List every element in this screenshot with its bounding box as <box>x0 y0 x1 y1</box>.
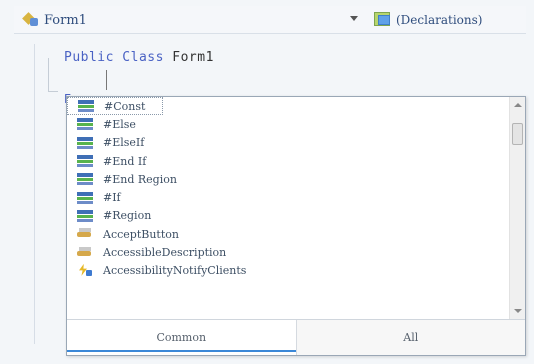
completion-item-label: AccessibilityNotifyClients <box>103 264 247 278</box>
completion-item[interactable]: #End Region <box>67 170 511 188</box>
completion-item[interactable]: #ElseIf <box>67 134 511 152</box>
completion-scrollbar[interactable] <box>509 97 525 319</box>
chevron-down-icon[interactable] <box>350 16 358 21</box>
class-icon <box>22 12 38 27</box>
completion-item-label: AccessibleDescription <box>103 246 227 260</box>
snippet-icon <box>77 173 93 186</box>
class-name: Form1 <box>172 50 214 65</box>
completion-item[interactable]: AccessibleDescription <box>67 243 511 261</box>
snippet-icon <box>77 191 93 204</box>
members-dropdown[interactable]: (Declarations) <box>370 8 526 32</box>
completion-item-label: #ElseIf <box>103 136 145 150</box>
snippet-icon <box>78 100 94 113</box>
outline-bracket <box>48 58 58 92</box>
navigation-bar: Form1 (Declarations) <box>14 6 526 34</box>
completion-item-label: AcceptButton <box>103 227 179 241</box>
scroll-up-icon[interactable] <box>514 103 522 107</box>
keyword-public: Public <box>64 50 114 65</box>
scroll-thumb[interactable] <box>512 123 523 145</box>
completion-item[interactable]: #Region <box>67 207 511 225</box>
code-editor: Form1 (Declarations) Public Class Form1 … <box>0 0 534 364</box>
keyword-class: Class <box>122 50 164 65</box>
class-dropdown[interactable]: Form1 <box>14 8 358 32</box>
completion-item[interactable]: AcceptButton <box>67 225 511 243</box>
completion-item-label: #Else <box>103 117 136 131</box>
tab-all[interactable]: All <box>295 320 526 355</box>
gutter-line <box>34 44 35 344</box>
completion-item[interactable]: #If <box>67 188 511 206</box>
completion-item-label: #Region <box>103 209 152 223</box>
intellisense-popup[interactable]: #Const #Else #ElseIf #End If #End Region #If #… <box>66 96 526 356</box>
declarations-icon <box>374 12 392 28</box>
completion-item-label: #End Region <box>103 172 177 186</box>
snippet-icon <box>77 136 93 149</box>
completion-item-label: #End If <box>103 154 147 168</box>
event-icon <box>77 263 93 278</box>
completion-item[interactable]: #Const <box>67 97 163 116</box>
snippet-icon <box>77 118 93 131</box>
scroll-down-icon[interactable] <box>514 309 522 313</box>
snippet-icon <box>77 209 93 222</box>
class-declaration-line[interactable]: Public Class Form1 <box>64 50 214 65</box>
tab-common[interactable]: Common <box>67 320 296 355</box>
completion-item[interactable]: #Else <box>67 115 511 133</box>
completion-item[interactable]: #End If <box>67 152 511 170</box>
completion-item-label: #Const <box>104 99 146 113</box>
completion-tabs: Common All <box>67 319 525 355</box>
completion-list[interactable]: #Const #Else #ElseIf #End If #End Region #If #… <box>67 97 511 319</box>
text-caret <box>106 70 107 90</box>
completion-item[interactable]: AccessibilityNotifyClients <box>67 262 511 280</box>
property-icon <box>77 228 93 240</box>
property-icon <box>77 246 93 259</box>
class-dropdown-label: Form1 <box>44 12 87 28</box>
snippet-icon <box>77 155 93 168</box>
completion-item-label: #If <box>103 191 121 205</box>
members-dropdown-label: (Declarations) <box>396 13 483 27</box>
